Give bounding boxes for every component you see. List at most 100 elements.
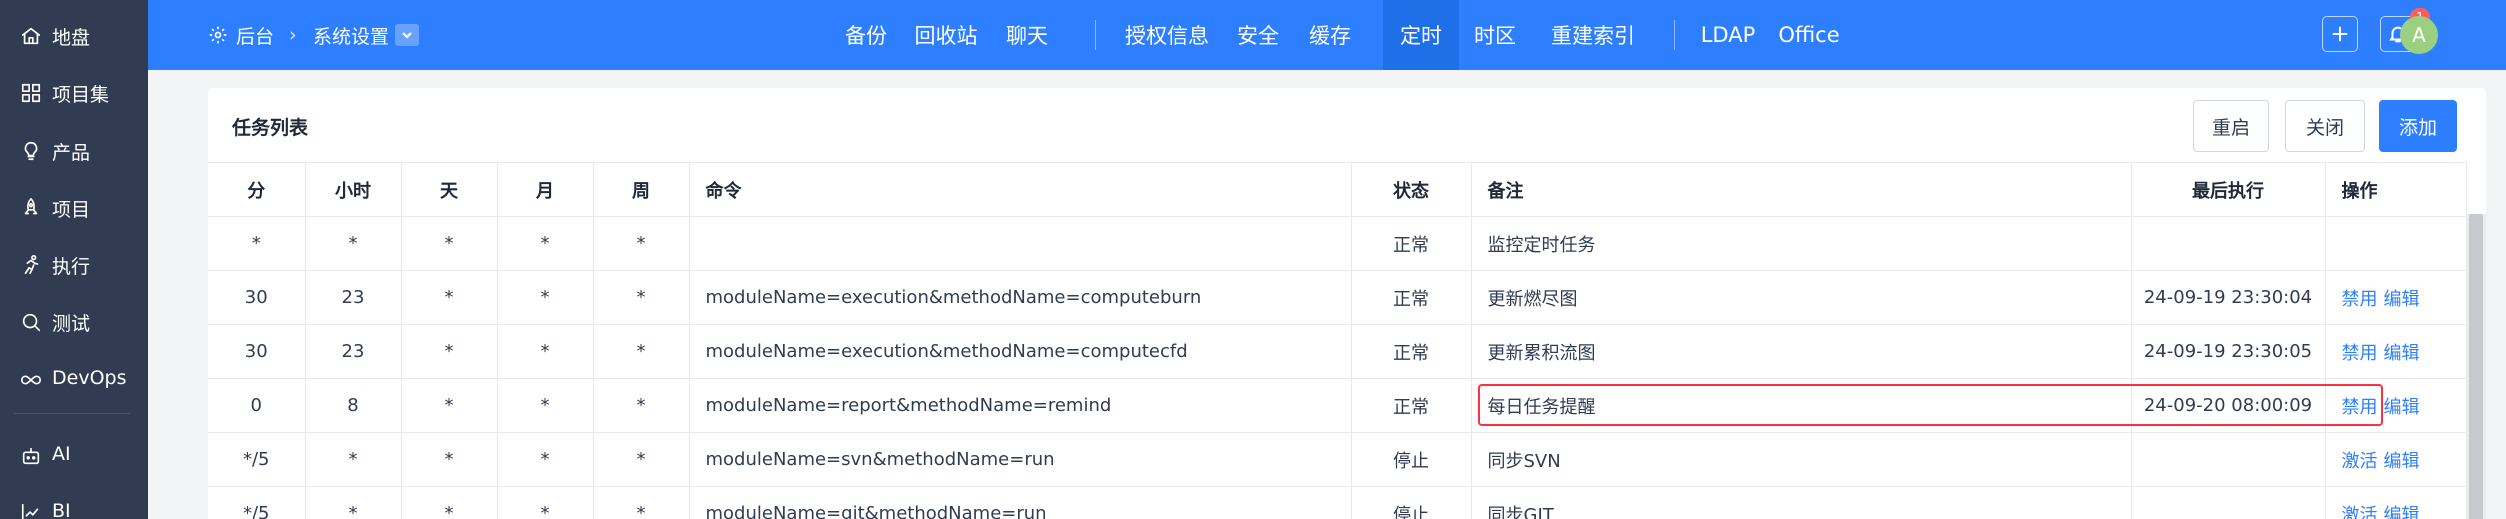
header-last-run: 最后执行 (2131, 162, 2326, 217)
cell-day: * (401, 216, 498, 271)
cell-last-run: 24-09-19 23:30:05 (2131, 324, 2326, 379)
cell-actions: 禁用 编辑 (2325, 270, 2467, 325)
cell-last-run: 24-09-19 23:30:04 (2131, 270, 2326, 325)
cell-command: moduleName=svn&methodName=run (689, 432, 1352, 487)
tab-ldap[interactable]: LDAP (1688, 0, 1768, 70)
breadcrumb-home[interactable]: 后台 (208, 0, 274, 70)
edit-link[interactable]: 编辑 (2384, 505, 2420, 519)
tab-office[interactable]: Office (1768, 0, 1850, 70)
tab-backup[interactable]: 备份 (831, 0, 901, 70)
search-icon (20, 311, 42, 333)
sidebar-item-test[interactable]: 测试 (0, 297, 148, 345)
edit-link[interactable]: 编辑 (2384, 289, 2420, 310)
cell-minute: */5 (208, 486, 306, 519)
breadcrumb-home-label: 后台 (236, 25, 275, 48)
cell-hour: 8 (305, 378, 402, 433)
cell-remark: 同步GIT (1471, 486, 2132, 519)
robot-icon (20, 445, 42, 467)
cell-week: * (593, 378, 690, 433)
sidebar-item-label: 测试 (52, 313, 91, 335)
create-button[interactable] (2322, 16, 2358, 52)
cell-status: 正常 (1351, 378, 1472, 433)
tab-security[interactable]: 安全 (1222, 0, 1294, 70)
sidebar-item-ai[interactable]: AI (0, 431, 148, 479)
avatar[interactable]: A (2400, 16, 2438, 54)
edit-link[interactable]: 编辑 (2384, 343, 2420, 364)
cell-actions: 禁用 编辑 (2325, 324, 2467, 379)
cell-week: * (593, 486, 690, 519)
sidebar-item-product[interactable]: 产品 (0, 126, 148, 174)
sidebar-item-program[interactable]: 项目集 (0, 68, 148, 116)
sidebar-item-label: 项目 (52, 199, 91, 221)
cell-minute: 30 (208, 270, 306, 325)
cell-actions: 激活 编辑 (2325, 432, 2467, 487)
top-navbar: 后台 › 系统设置 备份 回收站 聊天 授权信息 安全 缓存 定时 时区 重建索… (148, 0, 2506, 70)
cell-day: * (401, 378, 498, 433)
tab-separator (1674, 20, 1675, 50)
rocket-icon (20, 197, 42, 219)
sidebar-item-project[interactable]: 项目 (0, 183, 148, 231)
tab-cache[interactable]: 缓存 (1294, 0, 1366, 70)
cron-table: 分 小时 天 月 周 命令 状态 备注 最后执行 操作 * * * * * 正常 监控定时任… (208, 162, 2467, 519)
toggle-link[interactable]: 激活 (2342, 505, 2378, 519)
cell-last-run (2131, 216, 2326, 271)
header-status: 状态 (1351, 162, 1472, 217)
header-actions: 操作 (2325, 162, 2467, 217)
cell-status: 停止 (1351, 432, 1472, 487)
infinity-icon (20, 369, 42, 391)
panel-title: 任务列表 (232, 117, 309, 139)
cell-month: * (497, 378, 594, 433)
cell-status: 停止 (1351, 486, 1472, 519)
sidebar-item-bi[interactable]: BI (0, 488, 148, 519)
breadcrumb-current: 系统设置 (313, 25, 390, 48)
cell-command: moduleName=git&methodName=run (689, 486, 1352, 519)
cell-command: moduleName=report&methodName=remind (689, 378, 1352, 433)
tab-timezone[interactable]: 时区 (1459, 0, 1531, 70)
sidebar-item-dashboard[interactable]: 地盘 (0, 11, 148, 59)
cell-command (689, 216, 1352, 271)
cell-month: * (497, 324, 594, 379)
tab-rebuild-index[interactable]: 重建索引 (1538, 0, 1648, 70)
sidebar-divider (14, 413, 130, 414)
sidebar-item-label: AI (52, 443, 71, 465)
tab-chat[interactable]: 聊天 (991, 0, 1063, 70)
table-row: */5 * * * * moduleName=svn&methodName=run 停止 同步… (208, 432, 2467, 487)
tab-license[interactable]: 授权信息 (1112, 0, 1222, 70)
cell-day: * (401, 324, 498, 379)
toggle-link[interactable]: 禁用 (2342, 397, 2378, 418)
table-row: * * * * * 正常 监控定时任务 (208, 216, 2467, 271)
toggle-link[interactable]: 禁用 (2342, 343, 2378, 364)
sidebar-item-label: 项目集 (52, 84, 110, 106)
cell-last-run: 24-09-20 08:00:09 (2131, 378, 2326, 433)
cell-hour: 23 (305, 270, 402, 325)
sidebar-item-label: DevOps (52, 367, 127, 389)
restart-button[interactable]: 重启 (2193, 100, 2269, 152)
header-command: 命令 (689, 162, 1352, 217)
edit-link[interactable]: 编辑 (2384, 451, 2420, 472)
sidebar-item-devops[interactable]: DevOps (0, 355, 148, 403)
cell-remark: 每日任务提醒 (1471, 378, 2132, 433)
cell-week: * (593, 216, 690, 271)
close-button[interactable]: 关闭 (2285, 100, 2365, 152)
table-row: 0 8 * * * moduleName=report&methodName=remind… (208, 378, 2467, 433)
cell-hour: * (305, 486, 402, 519)
header-month: 月 (497, 162, 594, 217)
toggle-link[interactable]: 禁用 (2342, 289, 2378, 310)
header-week: 周 (593, 162, 690, 217)
cell-command: moduleName=execution&methodName=computec… (689, 324, 1352, 379)
toggle-link[interactable]: 激活 (2342, 451, 2378, 472)
app-window: 地盘 项目集 产品 项目 执行 测试 DevOps AI BI 后台 › 系统设… (0, 0, 2506, 519)
cell-week: * (593, 270, 690, 325)
header-hour: 小时 (305, 162, 402, 217)
edit-link[interactable]: 编辑 (2384, 397, 2420, 418)
scrollbar-thumb[interactable] (2469, 214, 2483, 519)
tab-cron[interactable]: 定时 (1383, 0, 1459, 70)
tab-recycle-bin[interactable]: 回收站 (901, 0, 991, 70)
sidebar: 地盘 项目集 产品 项目 执行 测试 DevOps AI BI (0, 0, 148, 519)
run-icon (20, 254, 42, 276)
sidebar-item-execution[interactable]: 执行 (0, 240, 148, 288)
sidebar-item-label: 产品 (52, 142, 91, 164)
add-button[interactable]: 添加 (2379, 100, 2457, 152)
home-icon (20, 25, 42, 47)
breadcrumb-dropdown[interactable] (395, 24, 419, 46)
